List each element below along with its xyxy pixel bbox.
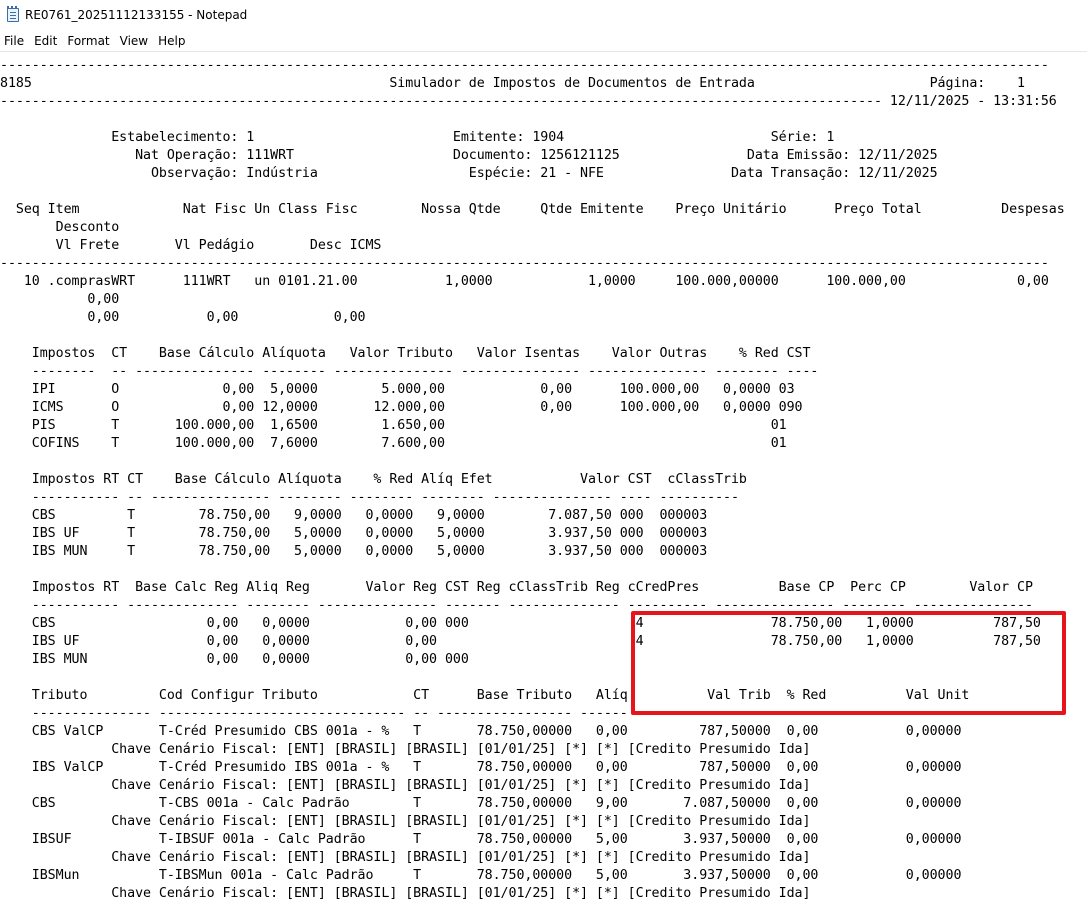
document-line: IBS MUN 0,00 0,0000 0,00 000 xyxy=(0,652,469,667)
document-line: Estabelecimento: 1 Emitente: 1904 Série:… xyxy=(0,130,835,145)
document-text[interactable]: ----------------------------------------… xyxy=(0,57,1065,903)
document-line: Tributo Cod Configur Tributo CT Base Tri… xyxy=(0,688,970,703)
document-line: ----------------------------------------… xyxy=(0,94,1057,109)
document-line: COFINS T 100.000,00 7,6000 7.600,00 01 xyxy=(0,436,787,451)
document-line: IBSUF T-IBSUF 001a - Calc Padrão T 78.75… xyxy=(0,832,962,847)
document-line: 10 .comprasWRT 111WRT un 0101.21.00 1,00… xyxy=(0,274,1049,289)
menu-bar: File Edit Format View Help xyxy=(0,31,1087,51)
document-line: ICMS O 0,00 12,0000 12.000,00 0,00 100.0… xyxy=(0,400,803,415)
document-line: ----------- -- --------------- -------- … xyxy=(0,490,739,505)
document-line: Impostos RT CT Base Cálculo Alíquota % R… xyxy=(0,472,747,487)
menu-format[interactable]: Format xyxy=(61,34,115,48)
menu-view[interactable]: View xyxy=(114,34,154,48)
document-line: 8185 Simulador de Impostos de Documentos… xyxy=(0,76,1025,91)
text-editor-area[interactable]: ----------------------------------------… xyxy=(0,51,1087,908)
window-title: RE0761_20251112133155 - Notepad xyxy=(25,8,248,22)
document-line: Chave Cenário Fiscal: [ENT] [BRASIL] [BR… xyxy=(0,778,811,793)
document-line: 0,00 xyxy=(0,292,120,307)
document-line: Chave Cenário Fiscal: [ENT] [BRASIL] [BR… xyxy=(0,886,811,901)
document-line: Chave Cenário Fiscal: [ENT] [BRASIL] [BR… xyxy=(0,814,811,829)
document-line: Vl Frete Vl Pedágio Desc ICMS xyxy=(0,238,382,253)
document-line: IPI O 0,00 5,0000 5.000,00 0,00 100.000,… xyxy=(0,382,795,397)
document-line: -------- -- --------------- -------- ---… xyxy=(0,364,819,379)
document-line: Chave Cenário Fiscal: [ENT] [BRASIL] [BR… xyxy=(0,850,811,865)
document-line: 0,00 0,00 0,00 xyxy=(0,310,366,325)
menu-edit[interactable]: Edit xyxy=(28,34,63,48)
menu-file[interactable]: File xyxy=(0,34,30,48)
document-line: ----------------------------------------… xyxy=(0,256,1049,271)
document-line: ----------------------------------------… xyxy=(0,58,1049,73)
document-line: CBS 0,00 0,0000 0,00 000 4 78.750,00 1,0… xyxy=(0,616,1041,631)
document-line: Seq Item Nat Fisc Un Class Fisc Nossa Qt… xyxy=(0,202,1065,217)
document-line: Nat Operação: 111WRT Documento: 12561211… xyxy=(0,148,938,163)
document-line: Chave Cenário Fiscal: [ENT] [BRASIL] [BR… xyxy=(0,742,811,757)
menu-help[interactable]: Help xyxy=(152,34,191,48)
notepad-icon xyxy=(7,6,19,22)
document-line: CBS T 78.750,00 9,0000 0,0000 9,0000 7.0… xyxy=(0,508,708,523)
document-line: IBS ValCP T-Créd Presumido IBS 001a - % … xyxy=(0,760,962,775)
document-line: IBS UF T 78.750,00 5,0000 0,0000 5,0000 … xyxy=(0,526,708,541)
document-line: CBS ValCP T-Créd Presumido CBS 001a - % … xyxy=(0,724,962,739)
document-line: IBS UF 0,00 0,0000 0,00 4 78.750,00 1,00… xyxy=(0,634,1041,649)
document-line: Impostos CT Base Cálculo Alíquota Valor … xyxy=(0,346,811,361)
document-line: IBS MUN T 78.750,00 5,0000 0,0000 5,0000… xyxy=(0,544,708,559)
title-bar: RE0761_20251112133155 - Notepad xyxy=(0,0,1087,31)
document-line: IBSMun T-IBSMun 001a - Calc Padrão T 78.… xyxy=(0,868,962,883)
document-line: PIS T 100.000,00 1,6500 1.650,00 01 xyxy=(0,418,787,433)
document-line: Impostos RT Base Calc Reg Aliq Reg Valor… xyxy=(0,580,1033,595)
document-line: --------------- ------------------------… xyxy=(0,706,962,721)
document-line: CBS T-CBS 001a - Calc Padrão T 78.750,00… xyxy=(0,796,962,811)
document-line: Observação: Indústria Espécie: 21 - NFE … xyxy=(0,166,938,181)
document-line: Desconto xyxy=(0,220,120,235)
document-line: ----------- -------------- -------- ----… xyxy=(0,598,1033,613)
